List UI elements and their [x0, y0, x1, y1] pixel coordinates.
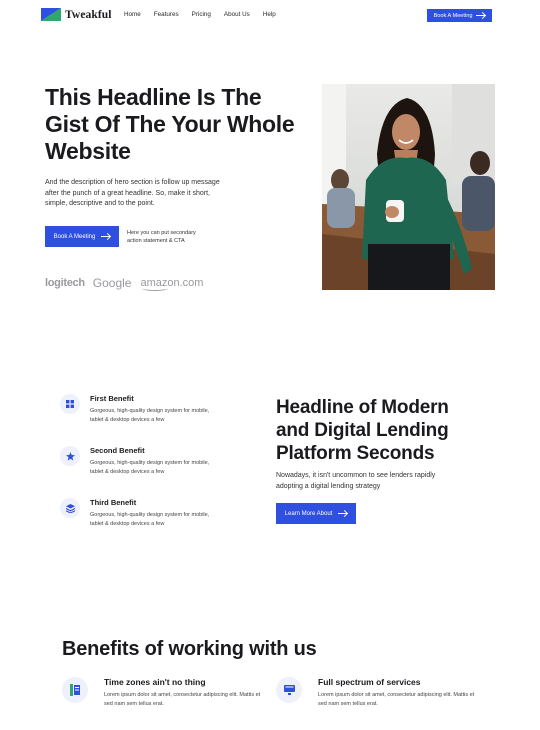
benefit-text: Gorgeous, high-quality design system for… — [90, 460, 210, 475]
feature-title: Time zones ain't no thing — [104, 677, 206, 687]
brand-name: Tweakful — [65, 8, 112, 21]
hero-description: And the description of hero section is f… — [45, 179, 220, 207]
nav-cta-label: Book A Meeting — [433, 12, 473, 19]
hero-photo — [322, 84, 495, 290]
top-navigation: Tweakful Home Features Pricing About Us … — [0, 0, 540, 30]
main-menu: Home Features Pricing About Us Help — [124, 11, 289, 18]
hero-secondary-text: Here you can put secondary action statem… — [127, 230, 196, 244]
benefits-section-title: Benefits of working with us — [62, 638, 317, 660]
google-logo: Google — [92, 276, 132, 290]
grid-icon — [60, 394, 80, 414]
layers-icon — [60, 498, 80, 518]
arrow-right-icon — [476, 15, 486, 16]
hero-book-meeting-button[interactable]: Book A Meeting — [45, 226, 119, 247]
arrow-right-icon — [338, 513, 348, 514]
hero-cta-label: Book A Meeting — [53, 233, 96, 240]
hero-headline: This Headline Is The Gist Of The Your Wh… — [45, 84, 295, 164]
amazon-logo: amazon.com — [140, 277, 204, 291]
feature-text: Lorem ipsum dolor sit amet, consectetur … — [104, 692, 261, 707]
benefit-title: Third Benefit — [90, 498, 137, 507]
arrow-right-icon — [101, 236, 111, 237]
menu-item-pricing[interactable]: Pricing — [192, 11, 211, 18]
menu-item-features[interactable]: Features — [154, 11, 179, 18]
logo-icon — [41, 8, 61, 21]
monitor-icon — [276, 677, 302, 703]
menu-item-about-us[interactable]: About Us — [224, 11, 250, 18]
brand-logo[interactable]: Tweakful — [41, 8, 112, 21]
menu-item-home[interactable]: Home — [124, 11, 141, 18]
section-headline: Headline of Modern and Digital Lending P… — [276, 397, 449, 464]
star-icon — [60, 446, 80, 466]
nav-book-meeting-button[interactable]: Book A Meeting — [427, 9, 492, 22]
feature-title: Full spectrum of services — [318, 677, 421, 687]
learn-more-button[interactable]: Learn More About — [276, 503, 356, 524]
logitech-logo: logitech — [45, 277, 85, 289]
feature-text: Lorem ipsum dolor sit amet, consectetur … — [318, 692, 475, 707]
section-description: Nowadays, it isn't uncommon to see lende… — [276, 472, 436, 490]
benefit-text: Gorgeous, high-quality design system for… — [90, 512, 210, 527]
benefit-title: Second Benefit — [90, 446, 145, 455]
menu-item-help[interactable]: Help — [263, 11, 276, 18]
document-icon — [62, 677, 88, 703]
benefit-text: Gorgeous, high-quality design system for… — [90, 408, 210, 423]
learn-more-label: Learn More About — [284, 510, 333, 517]
brand-logos: logitech Google amazon.com — [45, 276, 204, 291]
benefit-title: First Benefit — [90, 394, 134, 403]
